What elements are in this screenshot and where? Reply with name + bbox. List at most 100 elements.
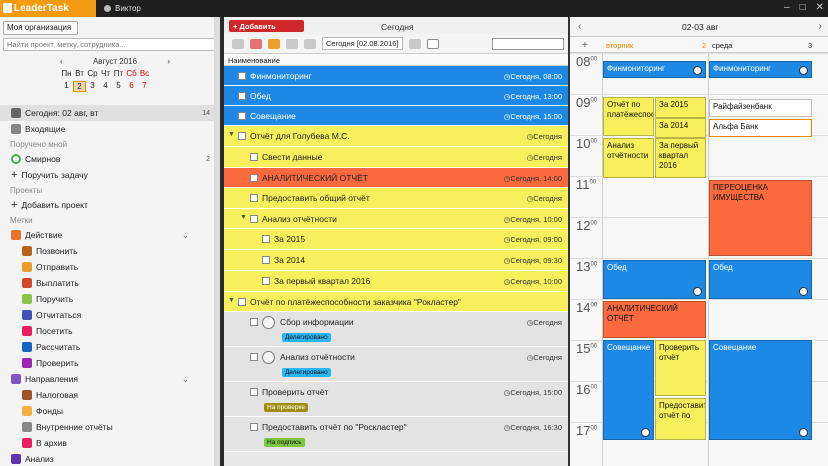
next-month-icon[interactable]: › bbox=[167, 57, 170, 66]
expand-icon[interactable]: ▼ bbox=[228, 131, 235, 138]
task-checkbox[interactable] bbox=[262, 277, 270, 285]
task-checkbox[interactable] bbox=[250, 153, 258, 161]
task-checkbox[interactable] bbox=[250, 174, 258, 182]
person-filter-icon[interactable] bbox=[250, 38, 262, 49]
org-button[interactable]: Моя организация bbox=[3, 21, 78, 35]
calendar-grid[interactable]: 0800 0900 1000 1100 1200 1300 1400 1500 … bbox=[570, 53, 828, 466]
calendar-event[interactable]: За 2015 bbox=[655, 97, 706, 118]
tag-item[interactable]: Поручить bbox=[0, 291, 215, 307]
calendar-event[interactable]: ПЕРЕОЦЕНКА ИМУЩЕСТВА bbox=[709, 180, 812, 256]
prev-range-icon[interactable]: ‹ bbox=[578, 21, 581, 32]
task-checkbox[interactable] bbox=[250, 318, 258, 326]
tag-item[interactable]: Посетить bbox=[0, 323, 215, 339]
task-checkbox[interactable] bbox=[262, 256, 270, 264]
task-checkbox[interactable] bbox=[250, 353, 258, 361]
tag-item[interactable]: Фонды bbox=[0, 403, 215, 419]
task-row[interactable]: За первый квартал 2016 Сегодня, 10:00 bbox=[224, 271, 568, 292]
task-row[interactable]: Финмониторинг Сегодня, 08:00 bbox=[224, 66, 568, 86]
checkbox-filter-icon[interactable] bbox=[426, 38, 439, 49]
tag-item[interactable]: Налоговая bbox=[0, 387, 215, 403]
tag-item[interactable]: Позвонить bbox=[0, 243, 215, 259]
task-row[interactable]: ▼ Отчёт по платёжеспособности заказчика "… bbox=[224, 292, 568, 312]
calendar-event[interactable]: Альфа Банк bbox=[709, 119, 812, 137]
task-row[interactable]: Свести данные Сегодня bbox=[224, 147, 568, 168]
calendar-event[interactable]: Проверить отчёт bbox=[655, 340, 706, 396]
folder-filter-icon[interactable] bbox=[286, 38, 298, 49]
tag-item[interactable]: Проверить bbox=[0, 355, 215, 371]
add-task-button[interactable]: + Добавить задачу bbox=[229, 20, 304, 40]
prev-month-icon[interactable]: ‹ bbox=[60, 57, 63, 66]
sidebar-item-add-project[interactable]: + Добавить проект bbox=[0, 197, 215, 213]
close-icon[interactable]: ✕ bbox=[816, 2, 824, 13]
tag-group-directions[interactable]: Направления ⌄ bbox=[0, 371, 215, 387]
calendar-event[interactable]: Совещание bbox=[709, 340, 812, 440]
task-row[interactable]: ▼ Отчёт для Голубева М.С. Сегодня bbox=[224, 126, 568, 147]
task-row[interactable]: Обед Сегодня, 13:00 bbox=[224, 86, 568, 106]
sidebar-item-today[interactable]: Сегодня: 02 авг, вт 14 bbox=[0, 105, 215, 121]
task-row[interactable]: Анализ отчётности Сегодня Делегировано bbox=[224, 347, 568, 382]
task-row[interactable]: АНАЛИТИЧЕСКИЙ ОТЧЁТ Сегодня, 14:00 bbox=[224, 168, 568, 188]
tag-item[interactable]: Рассчитать bbox=[0, 339, 215, 355]
chevron-down-icon[interactable]: ⌄ bbox=[182, 230, 189, 241]
task-checkbox[interactable] bbox=[238, 72, 246, 80]
calendar-event[interactable]: Совещание bbox=[603, 340, 654, 440]
tag-item[interactable]: Отправить bbox=[0, 259, 215, 275]
calendar-day[interactable]: 3 bbox=[86, 81, 99, 92]
task-row[interactable]: Совещание Сегодня, 15:00 bbox=[224, 106, 568, 126]
calendar-event[interactable]: Анализ отчётности bbox=[603, 138, 654, 178]
priority-filter-icon[interactable] bbox=[268, 38, 280, 49]
date-filter[interactable]: Сегодня [02.08.2016] bbox=[322, 37, 403, 50]
task-row[interactable]: Предоставить общий отчёт Сегодня bbox=[224, 188, 568, 209]
calendar-event[interactable]: Финмониторинг bbox=[603, 61, 706, 78]
task-checkbox[interactable] bbox=[262, 235, 270, 243]
tag-item[interactable]: Отчитаться bbox=[0, 307, 215, 323]
task-checkbox[interactable] bbox=[238, 92, 246, 100]
tag-item[interactable]: Внутренние отчёты bbox=[0, 419, 215, 435]
tag-filter-icon[interactable] bbox=[304, 38, 316, 49]
status-filter-icon[interactable] bbox=[408, 38, 421, 49]
calendar-event[interactable]: За 2014 bbox=[655, 118, 706, 138]
user-menu[interactable]: Виктор bbox=[104, 4, 141, 13]
minimize-icon[interactable]: – bbox=[784, 2, 790, 13]
sidebar-item-person[interactable]: Смирнов 2 bbox=[0, 151, 215, 167]
calendar-event[interactable]: АНАЛИТИЧЕСКИЙ ОТЧЁТ bbox=[603, 301, 706, 338]
task-checkbox[interactable] bbox=[250, 423, 258, 431]
task-search-input[interactable] bbox=[492, 37, 564, 50]
sidebar-search-input[interactable]: Найти проект, метку, сотрудника... bbox=[3, 38, 218, 51]
task-row[interactable]: За 2014 Сегодня, 09:30 bbox=[224, 250, 568, 271]
task-row[interactable]: Предоставить отчёт по "Роскластер" Сегодн… bbox=[224, 417, 568, 452]
calendar-day[interactable]: 1 bbox=[60, 81, 73, 92]
add-event-icon[interactable]: + bbox=[582, 40, 588, 51]
task-checkbox[interactable] bbox=[250, 194, 258, 202]
calendar-event[interactable]: Обед bbox=[603, 260, 706, 299]
app-logo[interactable]: LeaderTask bbox=[0, 0, 96, 17]
calendar-day[interactable]: 5 bbox=[112, 81, 125, 92]
expand-icon[interactable]: ▼ bbox=[240, 214, 247, 221]
next-range-icon[interactable]: › bbox=[819, 21, 822, 32]
tag-item[interactable]: В архив bbox=[0, 435, 215, 451]
task-checkbox[interactable] bbox=[238, 298, 246, 306]
calendar-day[interactable]: 6 bbox=[125, 81, 138, 92]
calendar-day-selected[interactable]: 2 bbox=[73, 81, 86, 92]
task-checkbox[interactable] bbox=[250, 388, 258, 396]
calendar-day[interactable]: 4 bbox=[99, 81, 112, 92]
task-checkbox[interactable] bbox=[238, 112, 246, 120]
task-row[interactable]: ▼ Анализ отчётности Сегодня, 10:00 bbox=[224, 209, 568, 229]
task-checkbox[interactable] bbox=[250, 215, 258, 223]
calendar-event[interactable]: Отчёт по платёжеспособност bbox=[603, 97, 654, 136]
calendar-day[interactable]: 7 bbox=[138, 81, 151, 92]
sidebar-item-inbox[interactable]: Входящие bbox=[0, 121, 215, 137]
expand-icon[interactable]: ▼ bbox=[228, 297, 235, 304]
task-checkbox[interactable] bbox=[238, 132, 246, 140]
sidebar-item-assign-task[interactable]: + Поручить задачу bbox=[0, 167, 215, 183]
maximize-icon[interactable]: □ bbox=[800, 2, 806, 13]
calendar-event[interactable]: Обед bbox=[709, 260, 812, 299]
calendar-event[interactable]: Финмониторинг bbox=[709, 61, 812, 78]
calendar-event[interactable]: Райфайзенбанк bbox=[709, 99, 812, 117]
filter-icon[interactable] bbox=[232, 38, 244, 49]
task-row[interactable]: Проверить отчёт Сегодня, 15:00 На проверке bbox=[224, 382, 568, 417]
column-header[interactable]: Наименование bbox=[224, 54, 568, 66]
calendar-event[interactable]: За первый квартал 2016 bbox=[655, 138, 706, 178]
tag-group-action[interactable]: Действие ⌄ bbox=[0, 227, 215, 243]
tag-group-analysis[interactable]: Анализ bbox=[0, 451, 215, 466]
